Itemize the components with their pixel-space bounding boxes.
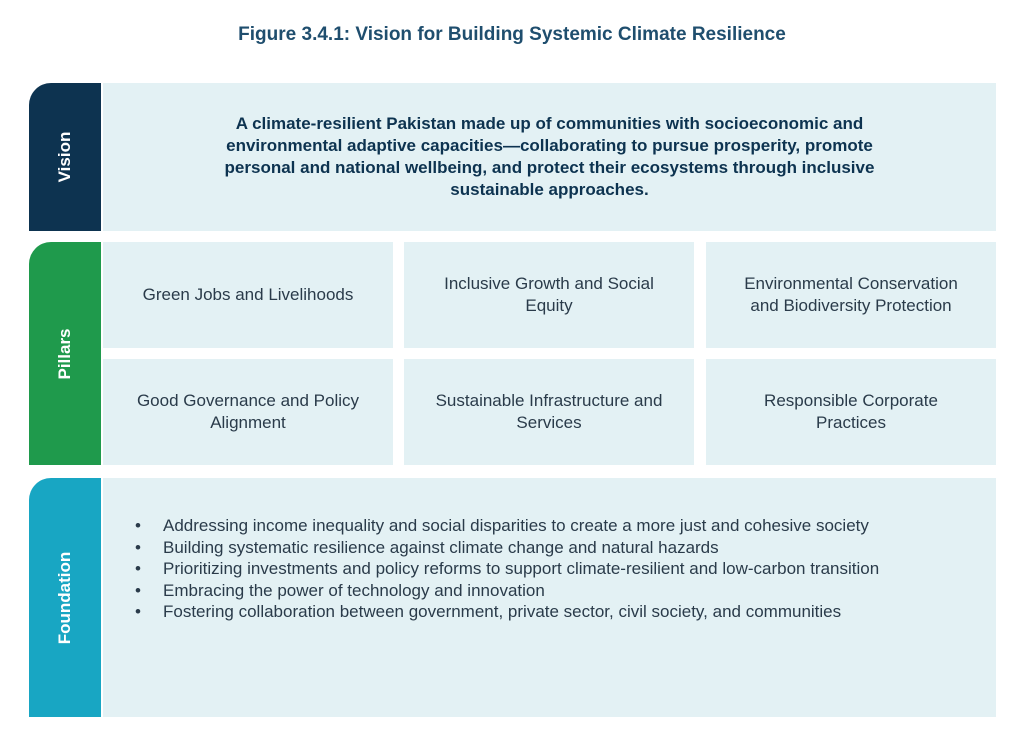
foundation-item-text: Fostering collaboration between governme… xyxy=(163,602,842,621)
bullet-icon: • xyxy=(135,559,141,578)
pillar-green-jobs: Green Jobs and Livelihoods xyxy=(103,242,393,348)
pillars-label: Pillars xyxy=(55,327,74,380)
foundation-item-text: Embracing the power of technology and in… xyxy=(163,580,545,600)
pillar-good-governance: Good Governance and Policy Alignment xyxy=(103,359,393,465)
pillar-label: Good Governance and Policy Alignment xyxy=(136,391,360,432)
foundation-item-text: Building systematic resilience against c… xyxy=(163,537,719,557)
vision-label: Vision xyxy=(55,131,74,183)
foundation-label: Foundation xyxy=(55,551,74,644)
pillar-sustainable-infrastructure: Sustainable Infrastructure and Services xyxy=(404,359,694,465)
figure-title: Figure 3.4.1: Vision for Building System… xyxy=(238,24,786,45)
foundation-item: • Building systematic resilience against … xyxy=(135,537,965,559)
vision-tab: Vision xyxy=(29,83,101,231)
pillar-environmental-conservation: Environmental Conservation and Biodivers… xyxy=(706,242,996,348)
foundation-item-text: Addressing income inequality and social … xyxy=(163,516,869,535)
pillar-label: Responsible Corporate Practices xyxy=(764,391,938,432)
foundation-item: • Prioritizing investments and policy ref… xyxy=(135,558,965,580)
foundation-list: • Addressing income inequality and social… xyxy=(135,515,965,623)
pillar-label: Inclusive Growth and Social Equity xyxy=(444,274,654,315)
foundation-item-text: Prioritizing investments and policy refo… xyxy=(163,559,880,578)
pillar-label: Environmental Conservation and Biodivers… xyxy=(744,274,958,315)
vision-panel: A climate-resilient Pakistan made up of … xyxy=(103,83,996,231)
pillar-responsible-corporate: Responsible Corporate Practices xyxy=(706,359,996,465)
foundation-item: • Addressing income inequality and social… xyxy=(135,515,965,537)
bullet-icon: • xyxy=(135,602,141,621)
pillar-label: Sustainable Infrastructure and Services xyxy=(435,391,663,432)
bullet-icon: • xyxy=(135,580,141,600)
pillar-label: Green Jobs and Livelihoods xyxy=(142,285,354,304)
vision-statement: A climate-resilient Pakistan made up of … xyxy=(224,114,875,199)
pillars-tab: Pillars xyxy=(29,242,101,465)
bullet-icon: • xyxy=(135,537,141,557)
foundation-item: • Fostering collaboration between governm… xyxy=(135,601,965,623)
foundation-item: • Embracing the power of technology and i… xyxy=(135,580,965,602)
bullet-icon: • xyxy=(135,516,141,535)
foundation-panel: • Addressing income inequality and social… xyxy=(103,478,996,717)
foundation-tab: Foundation xyxy=(29,478,101,717)
pillar-inclusive-growth: Inclusive Growth and Social Equity xyxy=(404,242,694,348)
